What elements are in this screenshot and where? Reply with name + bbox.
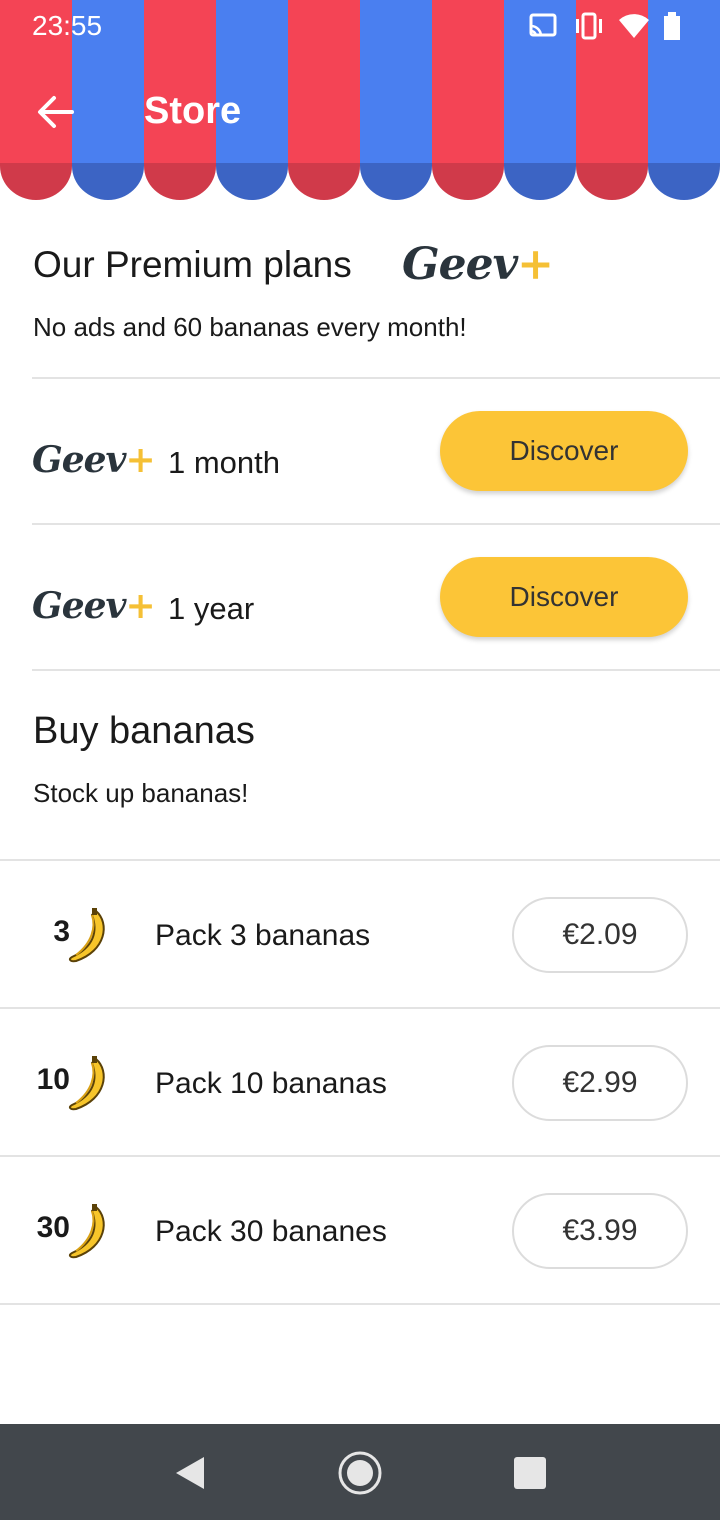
logo-text: Geev [32,585,126,627]
geev-plus-logo: Geev+ [32,585,156,627]
plan-label: 1 month [168,445,281,480]
plan-row-1-month: Geev+ 1 month Discover [0,411,720,557]
logo-plus: + [125,585,155,627]
banana-icon [68,1204,105,1259]
price-button[interactable]: €3.99 [512,1193,688,1269]
recents-square-icon[interactable] [505,1448,555,1498]
wifi-icon [619,14,649,39]
divider [32,523,720,525]
logo-plus: + [125,439,155,481]
cast-icon [529,13,557,37]
plan-label: 1 year [168,591,255,626]
premium-plans-title: Our Premium plans [33,244,352,285]
logo-plus: + [517,239,554,290]
logo-text: Geev [32,439,126,481]
pack-label: Pack 3 bananas [155,919,371,952]
divider [32,377,720,379]
divider [0,1303,720,1305]
pack-row-3: 3 Pack 3 bananas €2.09 [0,861,720,1009]
pack-row-10: 10 Pack 10 bananas €2.99 [0,1009,720,1157]
geev-plus-logo: Geev+ [402,239,554,290]
price-button[interactable]: €2.09 [512,897,688,973]
vibrate-icon [576,12,602,40]
pack-count: 30 [36,1211,70,1244]
app-bar: Store [0,70,720,154]
back-arrow-icon[interactable] [32,88,80,136]
pack-count: 10 [36,1063,70,1096]
banana-icon [68,908,105,963]
banana-icon [68,1056,105,1111]
pack-count: 3 [53,915,70,948]
pack-label: Pack 30 bananes [155,1215,387,1248]
back-triangle-icon[interactable] [168,1448,218,1498]
status-bar: 23:55 [0,0,720,52]
pack-label: Pack 10 bananas [155,1067,387,1100]
premium-plans-subtitle: No ads and 60 bananas every month! [33,312,467,342]
buy-bananas-subtitle: Stock up bananas! [33,778,249,808]
system-nav-bar [0,1424,720,1520]
plan-row-1-year: Geev+ 1 year Discover [0,557,720,703]
awning-scallops [0,163,720,200]
pack-row-30: 30 Pack 30 bananes €3.99 [0,1157,720,1305]
status-time: 23:55 [32,10,103,41]
logo-text: Geev [402,239,518,290]
price-button[interactable]: €2.99 [512,1045,688,1121]
home-circle-icon[interactable] [335,1448,385,1498]
divider [32,669,720,671]
page-title: Store [144,90,242,132]
discover-button[interactable]: Discover [440,557,688,637]
discover-button[interactable]: Discover [440,411,688,491]
battery-icon [664,12,680,40]
buy-bananas-title: Buy bananas [33,710,255,752]
geev-plus-logo: Geev+ [32,439,156,481]
